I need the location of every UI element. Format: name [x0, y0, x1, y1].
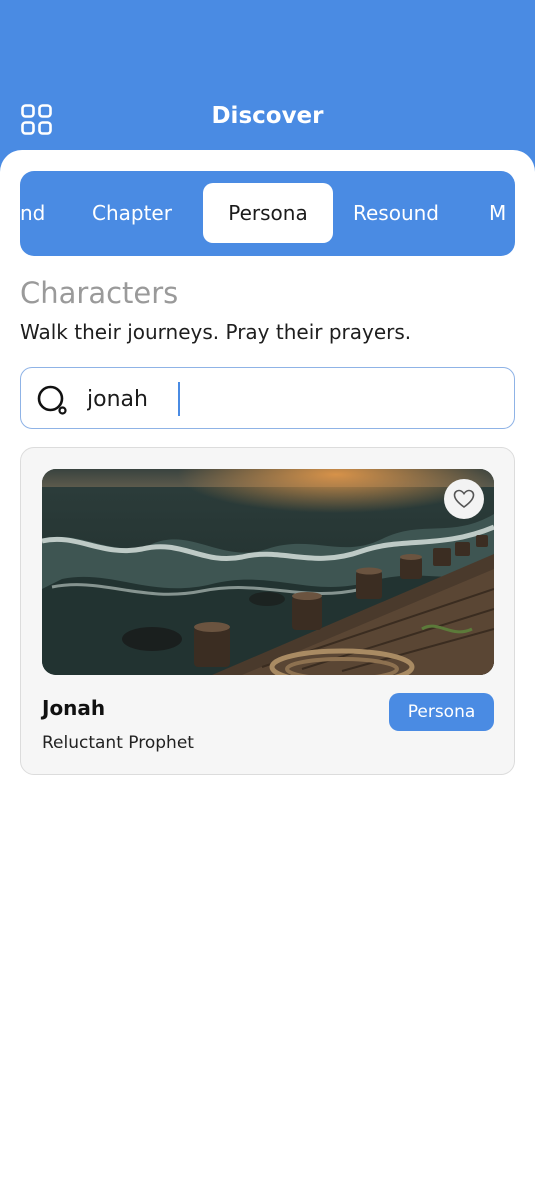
character-image — [42, 469, 494, 675]
page-title: Discover — [211, 103, 324, 129]
persona-badge[interactable]: Persona — [389, 693, 494, 731]
search-icon — [37, 385, 67, 415]
character-name: Jonah — [42, 696, 106, 720]
tab-resound[interactable]: Resound — [353, 183, 439, 243]
category-tabs[interactable]: nd Chapter Persona Resound M — [20, 171, 515, 256]
text-caret — [178, 382, 180, 416]
section-title: Characters — [20, 276, 179, 310]
app-header: Discover — [0, 0, 535, 175]
heart-icon — [453, 489, 475, 508]
tab-partial-right[interactable]: M — [489, 183, 506, 243]
tab-chapter[interactable]: Chapter — [92, 183, 172, 243]
search-box[interactable] — [20, 367, 515, 429]
character-role: Reluctant Prophet — [42, 733, 194, 753]
character-card[interactable]: Jonah Reluctant Prophet Persona — [20, 447, 515, 775]
section-subtitle: Walk their journeys. Pray their prayers. — [20, 320, 412, 344]
tab-persona[interactable]: Persona — [203, 183, 333, 243]
favorite-button[interactable] — [444, 479, 484, 519]
search-input[interactable] — [87, 380, 487, 418]
tab-partial-left[interactable]: nd — [20, 183, 45, 243]
